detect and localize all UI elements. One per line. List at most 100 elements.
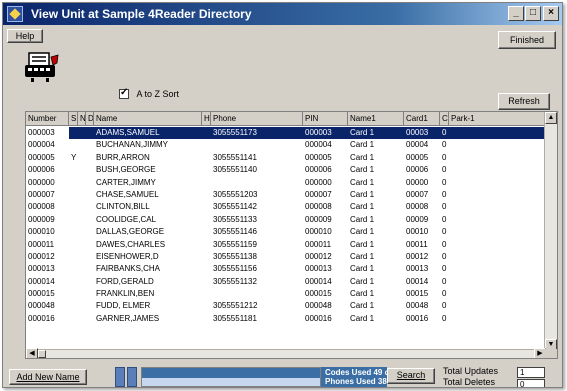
sort-checkbox[interactable] xyxy=(119,87,129,99)
col-number-header[interactable]: Number xyxy=(26,112,69,126)
scroll-up-icon[interactable]: ▲ xyxy=(545,112,557,124)
cell-number: 000003 xyxy=(26,127,69,139)
vertical-scrollbar[interactable]: ▲ ▼ xyxy=(544,112,557,351)
scroll-left-icon[interactable]: ◀ xyxy=(26,348,38,358)
cell-card1: 00016 xyxy=(406,313,429,323)
cell-number: 000015 xyxy=(28,289,55,299)
cell-s xyxy=(69,313,78,325)
cell-name1: Card 1 xyxy=(350,289,375,299)
cell-s xyxy=(69,201,78,213)
unit-table: Number S N D Name H Phone PIN Name1 Card… xyxy=(25,111,558,359)
cell-number: 000008 xyxy=(28,202,55,212)
col-c-header[interactable]: C xyxy=(440,112,449,126)
table-row[interactable]: 000007 CHASE,SAMUEL 3055551203 000007 Card 1… xyxy=(26,189,546,201)
cell-name: ADAMS,SAMUEL xyxy=(96,128,160,137)
col-park-header[interactable]: Park-1 xyxy=(449,112,546,126)
table-row[interactable]: 000015 FRANKLIN,BEN 000015 Card 1 00015 0 xyxy=(26,288,546,300)
cell-name1: Card 1 xyxy=(350,189,375,199)
cell-s xyxy=(69,288,78,300)
table-row[interactable]: 000012 EISENHOWER,D 3055551138 000012 Card 1… xyxy=(26,251,546,263)
cell-card1: 00048 xyxy=(406,301,429,311)
cell-number: 000000 xyxy=(28,177,55,187)
close-button[interactable]: × xyxy=(543,6,559,21)
cell-phone xyxy=(211,288,303,300)
table-row[interactable]: 000000 CARTER,JIMMY 000000 Card 1 00000 0 xyxy=(26,177,546,189)
cell-number: 000012 xyxy=(28,251,55,261)
add-new-name-button[interactable]: Add New Name xyxy=(9,369,87,385)
cell-name: FORD,GERALD xyxy=(96,276,154,286)
cell-name1: Card 1 xyxy=(350,128,375,137)
cell-number: 000004 xyxy=(28,140,55,150)
table-row[interactable]: 000011 DAWES,CHARLES 3055551159 000011 Card … xyxy=(26,239,546,251)
table-row[interactable]: 000010 DALLAS,GEORGE 3055551146 000010 Card … xyxy=(26,226,546,238)
cell-s xyxy=(69,127,78,139)
cell-number: 000007 xyxy=(28,189,55,199)
totals-panel: Total Updates Total Deletes xyxy=(443,366,498,387)
cell-phone: 3055551140 xyxy=(213,165,257,175)
cell-name1: Card 1 xyxy=(350,165,375,175)
cell-card1: 00009 xyxy=(406,214,429,224)
table-row[interactable]: 000014 FORD,GERALD 3055551132 000014 Card 10… xyxy=(26,276,546,288)
cell-phone: 3055551141 xyxy=(213,152,257,162)
total-deletes-field[interactable]: 0 xyxy=(517,379,545,387)
cell-pin: 000008 xyxy=(305,202,332,212)
cell-card1: 00013 xyxy=(406,264,429,274)
refresh-button[interactable]: Refresh xyxy=(498,93,550,110)
cell-c: 0 xyxy=(442,289,447,299)
cell-c: 0 xyxy=(442,177,447,187)
table-row[interactable]: 000009 COOLIDGE,CAL 3055551133 000009 Card 1… xyxy=(26,214,546,226)
total-updates-field[interactable]: 1 xyxy=(517,367,545,378)
table-row[interactable]: 000013 FAIRBANKS,CHA 3055551156 000013 Card … xyxy=(26,263,546,275)
search-button[interactable]: Search xyxy=(387,368,435,384)
table-row[interactable]: 000016 GARNER,JAMES 3055551181 000016 Card 1… xyxy=(26,313,546,325)
sort-option[interactable]: A to Z Sort xyxy=(119,87,179,99)
search-label: Search xyxy=(396,370,426,380)
table-header: Number S N D Name H Phone PIN Name1 Card… xyxy=(26,112,546,126)
finished-button[interactable]: Finished xyxy=(498,31,556,49)
cell-pin: 000009 xyxy=(305,214,332,224)
usage-bar xyxy=(141,367,321,387)
table-row[interactable]: 000006 BUSH,GEORGE 3055551140 000006 Card 10… xyxy=(26,164,546,176)
status-segment xyxy=(115,367,125,387)
col-pin-header[interactable]: PIN xyxy=(303,112,348,126)
table-row[interactable]: 000004 BUCHANAN,JIMMY 000004 Card 1 00004 0 xyxy=(26,139,546,151)
col-d-header[interactable]: D xyxy=(86,112,94,126)
cell-c: 0 xyxy=(442,189,447,199)
minimize-button[interactable]: _ xyxy=(508,6,524,21)
window-title: View Unit at Sample 4Reader Directory xyxy=(31,7,252,21)
col-name1-header[interactable]: Name1 xyxy=(348,112,404,126)
cell-name: FUDD, ELMER xyxy=(96,301,151,311)
cell-c: 0 xyxy=(442,264,447,274)
cell-c: 0 xyxy=(442,152,447,162)
cell-s xyxy=(69,276,78,288)
cell-card1: 00011 xyxy=(406,239,428,249)
cell-name: FAIRBANKS,CHA xyxy=(96,264,161,274)
cell-pin: 000005 xyxy=(305,152,332,162)
col-h-header[interactable]: H xyxy=(202,112,211,126)
table-row[interactable]: 000005 Y BURR,ARRON 3055551141 000005 Card 10… xyxy=(26,152,546,164)
cell-phone: 3055551132 xyxy=(213,276,257,286)
table-row[interactable]: 000003 ADAMS,SAMUEL 3055551173 000003 Card 1… xyxy=(26,127,546,140)
cell-name: DAWES,CHARLES xyxy=(96,239,166,249)
table-row[interactable]: 000048 FUDD, ELMER 3055551212 000048 Card 10… xyxy=(26,300,546,312)
cell-c: 0 xyxy=(442,214,447,224)
col-n-header[interactable]: N xyxy=(78,112,86,126)
col-card1-header[interactable]: Card1 xyxy=(404,112,440,126)
status-segment xyxy=(127,367,137,387)
cell-phone: 3055551181 xyxy=(213,313,257,323)
table-row[interactable]: 000008 CLINTON,BILL 3055551142 000008 Card 1… xyxy=(26,201,546,213)
cell-card1: 00000 xyxy=(406,177,429,187)
col-s-header[interactable]: S xyxy=(69,112,78,126)
cell-s xyxy=(69,164,78,176)
col-phone-header[interactable]: Phone xyxy=(211,112,303,126)
title-bar[interactable]: View Unit at Sample 4Reader Directory _ … xyxy=(3,3,562,25)
maximize-button[interactable]: □ xyxy=(525,6,541,21)
cell-number: 000016 xyxy=(28,313,55,323)
horizontal-scroll-thumb[interactable] xyxy=(38,350,46,358)
horizontal-scrollbar[interactable]: ◀ ▶ xyxy=(26,348,546,358)
cell-name: GARNER,JAMES xyxy=(96,313,160,323)
cell-s xyxy=(69,251,78,263)
help-button[interactable]: Help xyxy=(7,29,43,43)
cell-number: 000006 xyxy=(28,165,55,175)
col-name-header[interactable]: Name xyxy=(94,112,202,126)
